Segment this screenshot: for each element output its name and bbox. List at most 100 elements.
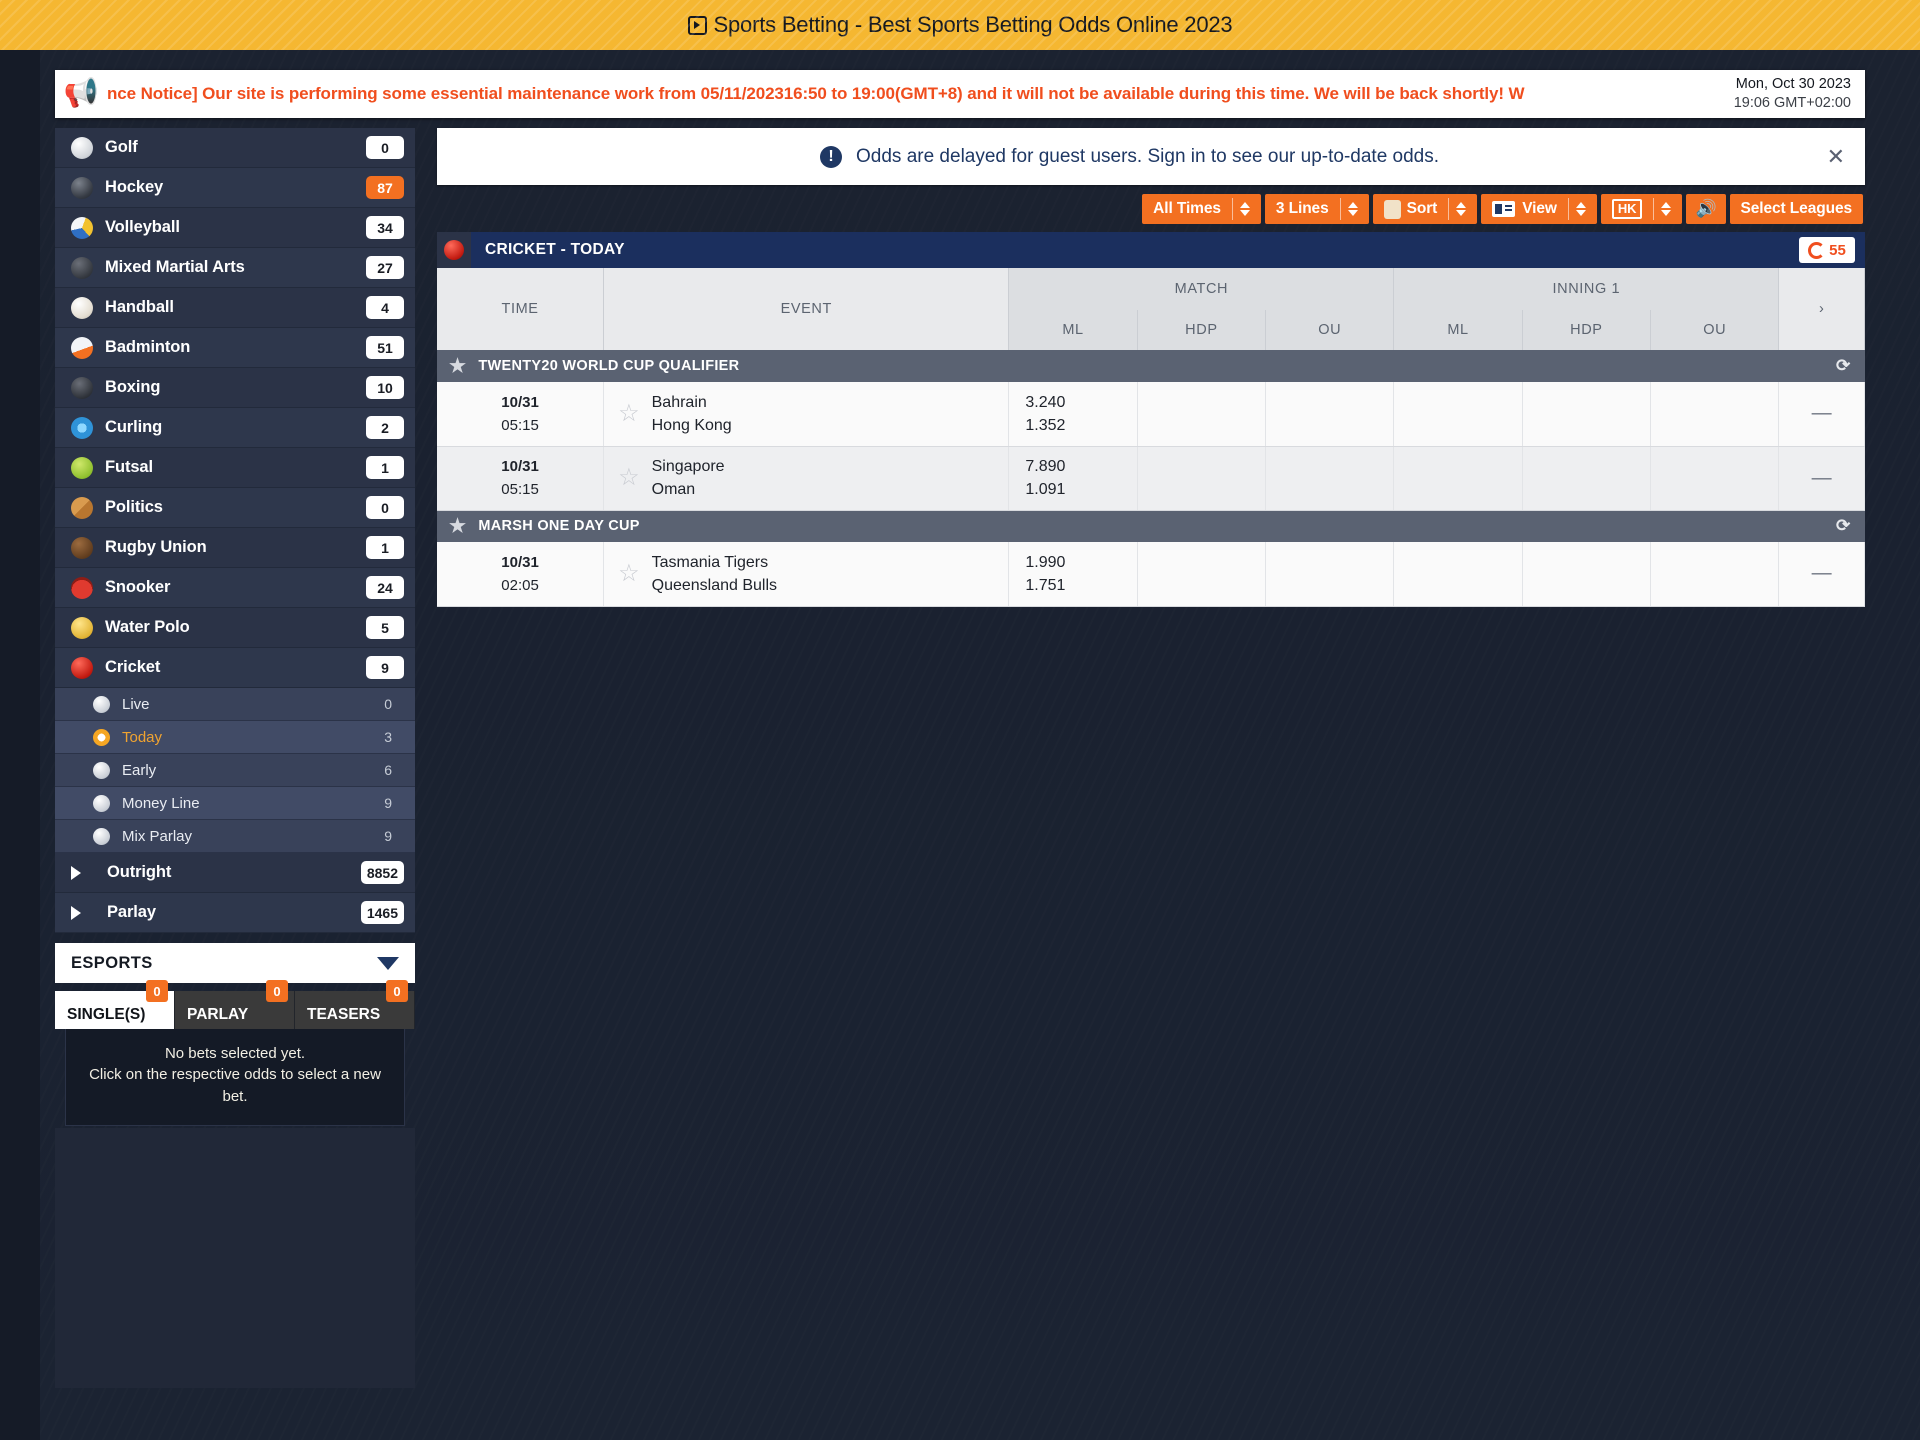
divider — [1567, 198, 1569, 220]
sidebar-item-label: Golf — [105, 138, 138, 156]
sidebar-item-count: 4 — [366, 296, 404, 319]
sidebar-item-outright[interactable]: Outright 8852 — [55, 853, 415, 893]
lines-filter[interactable]: 3 Lines — [1264, 194, 1369, 224]
sidebar-subitem-live[interactable]: Live 0 — [55, 688, 415, 721]
sidebar-item-water-polo[interactable]: Water Polo 5 — [55, 608, 415, 648]
select-leagues-button[interactable]: Select Leagues — [1729, 194, 1863, 224]
view-filter[interactable]: View — [1481, 194, 1597, 224]
odds-inning-ml[interactable] — [1393, 382, 1523, 447]
sidebar-subitem-money-line[interactable]: Money Line 9 — [55, 787, 415, 820]
more-markets[interactable]: — — [1778, 382, 1865, 447]
league-header-row[interactable]: ★ MARSH ONE DAY CUP ⟳ — [437, 510, 1865, 542]
all-times-filter[interactable]: All Times — [1142, 194, 1261, 224]
esports-dropdown[interactable]: ESPORTS — [55, 943, 415, 983]
radio-icon — [93, 728, 110, 746]
odds-inning-ou[interactable] — [1650, 542, 1780, 607]
odds-match-ml[interactable]: 3.240 1.352 — [1008, 382, 1138, 447]
sidebar-item-volleyball[interactable]: Volleyball 34 — [55, 208, 415, 248]
betslip-tab-teasers[interactable]: TEASERS 0 — [295, 980, 415, 1029]
match-row[interactable]: 10/31 05:15 ☆ Bahrain Hong Kong 3.240 1.352 — — [437, 382, 1865, 447]
star-outline-icon[interactable]: ☆ — [618, 401, 640, 426]
star-outline-icon[interactable]: ☆ — [618, 466, 640, 490]
sidebar-subitem-early[interactable]: Early 6 — [55, 754, 415, 787]
header-col-ml: ML — [1008, 310, 1138, 350]
stepper-icon[interactable] — [1575, 202, 1586, 216]
league-name: MARSH ONE DAY CUP — [478, 518, 640, 535]
match-row[interactable]: 10/31 02:05 ☆ Tasmania Tigers Queensland Bul… — [437, 542, 1865, 607]
refresh-icon[interactable]: ⟳ — [1836, 516, 1851, 536]
star-icon[interactable]: ★ — [449, 357, 466, 376]
sidebar-item-snooker[interactable]: Snooker 24 — [55, 568, 415, 608]
star-icon[interactable]: ★ — [449, 517, 466, 536]
odds-match-ou[interactable] — [1265, 446, 1395, 511]
video-tab-icon — [687, 15, 707, 35]
odds-match-hdp[interactable] — [1137, 446, 1267, 511]
sidebar-item-rugby-union[interactable]: Rugby Union 1 — [55, 528, 415, 568]
more-markets[interactable]: — — [1778, 446, 1865, 511]
sidebar-item-badminton[interactable]: Badminton 51 — [55, 328, 415, 368]
golf-ball-icon — [71, 136, 93, 159]
header-col-ou: OU — [1650, 310, 1780, 350]
radio-icon — [93, 794, 110, 812]
odds-match-hdp[interactable] — [1137, 382, 1267, 447]
sidebar-item-label: Mixed Martial Arts — [105, 258, 245, 276]
sidebar-item-count: 27 — [366, 256, 404, 279]
odds-inning-ou[interactable] — [1650, 382, 1780, 447]
match-row[interactable]: 10/31 05:15 ☆ Singapore Oman 7.890 1.091 — — [437, 446, 1865, 511]
odds-match-ml[interactable]: 1.990 1.751 — [1008, 542, 1138, 607]
cricket-subitem-list: Live 0 Today 3 Early 6 Money Line 9 Mix Parlay 9 — [55, 688, 415, 853]
speaker-icon: 🔊 — [1695, 199, 1717, 218]
sidebar-item-count: 0 — [366, 136, 404, 159]
refresh-countdown[interactable]: 55 — [1799, 237, 1855, 263]
odds-inning-hdp[interactable] — [1522, 446, 1652, 511]
sport-list: Golf 0 Hockey 87 Volleyball 34 Mixed Martial A… — [55, 128, 415, 688]
odds-inning-ou[interactable] — [1650, 446, 1780, 511]
league-header-row[interactable]: ★ TWENTY20 WORLD CUP QUALIFIER ⟳ — [437, 350, 1865, 382]
stepper-icon[interactable] — [1456, 202, 1467, 216]
match-event: ☆ Bahrain Hong Kong — [603, 382, 1010, 447]
match-teams: Bahrain Hong Kong — [651, 393, 732, 434]
star-outline-icon[interactable]: ☆ — [618, 561, 640, 586]
sound-toggle[interactable]: 🔊 — [1686, 194, 1726, 224]
odds-format[interactable]: HK — [1600, 194, 1683, 224]
sidebar-item-parlay[interactable]: Parlay 1465 — [55, 893, 415, 933]
odds-inning-ml[interactable] — [1393, 542, 1523, 607]
sidebar-item-handball[interactable]: Handball 4 — [55, 288, 415, 328]
esports-label: ESPORTS — [71, 953, 153, 972]
sidebar-item-hockey[interactable]: Hockey 87 — [55, 168, 415, 208]
stepper-icon[interactable] — [1661, 202, 1672, 216]
sidebar-item-golf[interactable]: Golf 0 — [55, 128, 415, 168]
stepper-icon[interactable] — [1347, 202, 1358, 216]
sidebar-item-politics[interactable]: Politics 0 — [55, 488, 415, 528]
match-teams: Tasmania Tigers Queensland Bulls — [651, 553, 778, 594]
radio-icon — [93, 695, 110, 713]
chevron-right-icon[interactable]: › — [1778, 268, 1865, 350]
handball-icon — [71, 296, 93, 319]
sidebar-subitem-mix-parlay[interactable]: Mix Parlay 9 — [55, 820, 415, 853]
sidebar-item-boxing[interactable]: Boxing 10 — [55, 368, 415, 408]
betslip-footer-area — [55, 1127, 415, 1388]
close-icon[interactable]: ✕ — [1827, 144, 1845, 170]
odds-inning-hdp[interactable] — [1522, 542, 1652, 607]
odds-inning-hdp[interactable] — [1522, 382, 1652, 447]
stepper-icon[interactable] — [1239, 202, 1250, 216]
sidebar-item-cricket[interactable]: Cricket 9 — [55, 648, 415, 688]
betslip-tab-parlay[interactable]: PARLAY 0 — [175, 980, 295, 1029]
sort-filter[interactable]: Sort — [1372, 194, 1478, 224]
odds-match-ou[interactable] — [1265, 382, 1395, 447]
cricket-ball-icon — [71, 656, 93, 679]
sidebar-item-curling[interactable]: Curling 2 — [55, 408, 415, 448]
sidebar-item-mixed-martial-arts[interactable]: Mixed Martial Arts 27 — [55, 248, 415, 288]
odds-match-ml[interactable]: 7.890 1.091 — [1008, 446, 1138, 511]
odds-match-ou[interactable] — [1265, 542, 1395, 607]
sidebar-subitem-today[interactable]: Today 3 — [55, 721, 415, 754]
odds-inning-ml[interactable] — [1393, 446, 1523, 511]
sidebar-item-futsal[interactable]: Futsal 1 — [55, 448, 415, 488]
betslip-tab-singles[interactable]: SINGLE(S) 0 — [55, 980, 175, 1029]
select-leagues-label: Select Leagues — [1740, 200, 1853, 217]
odds-match-hdp[interactable] — [1137, 542, 1267, 607]
more-markets[interactable]: — — [1778, 542, 1865, 607]
refresh-icon[interactable]: ⟳ — [1836, 356, 1851, 376]
curling-icon — [71, 416, 93, 439]
refresh-icon — [1808, 241, 1826, 259]
